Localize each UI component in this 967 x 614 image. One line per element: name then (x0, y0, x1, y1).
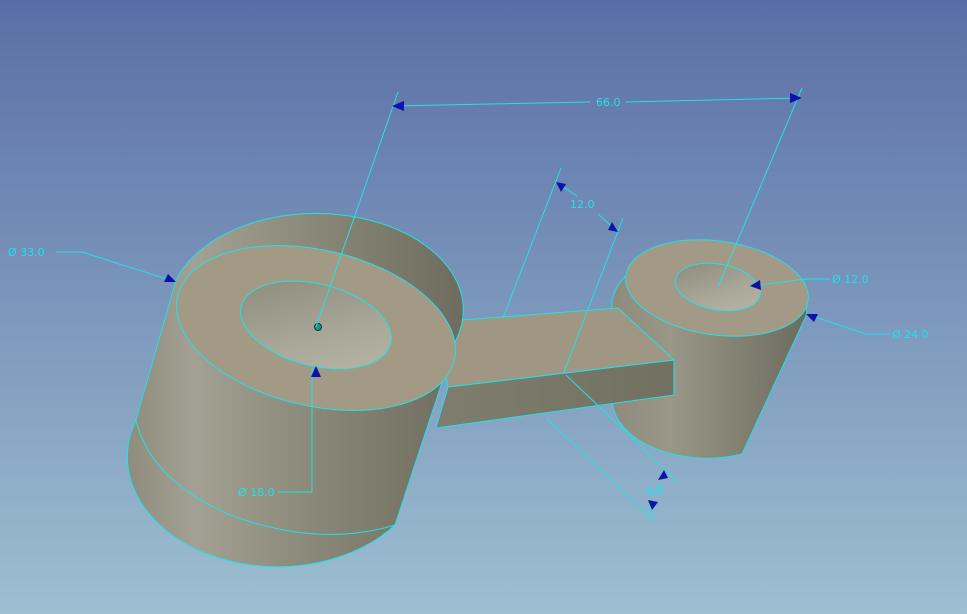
dim-big-outer-dia-label[interactable]: Ø 33.0 (8, 246, 45, 259)
dim-center-distance-label[interactable]: 66.0 (596, 96, 621, 109)
dim-small-outer-dia-label[interactable]: Ø 24.0 (892, 328, 929, 341)
background (0, 0, 967, 614)
center-point-marker[interactable] (314, 323, 322, 331)
dim-arm-width-label[interactable]: 12.0 (570, 198, 595, 211)
dim-arm-height-label[interactable]: 6.0 (646, 485, 664, 498)
dim-small-inner-dia-label[interactable]: Ø 12.0 (832, 273, 869, 286)
cad-viewport[interactable]: 66.0 12.0 6.0 Ø 33.0 Ø 18.0 Ø 12.0 Ø 24.… (0, 0, 967, 614)
dim-big-inner-dia-label[interactable]: Ø 18.0 (238, 486, 275, 499)
